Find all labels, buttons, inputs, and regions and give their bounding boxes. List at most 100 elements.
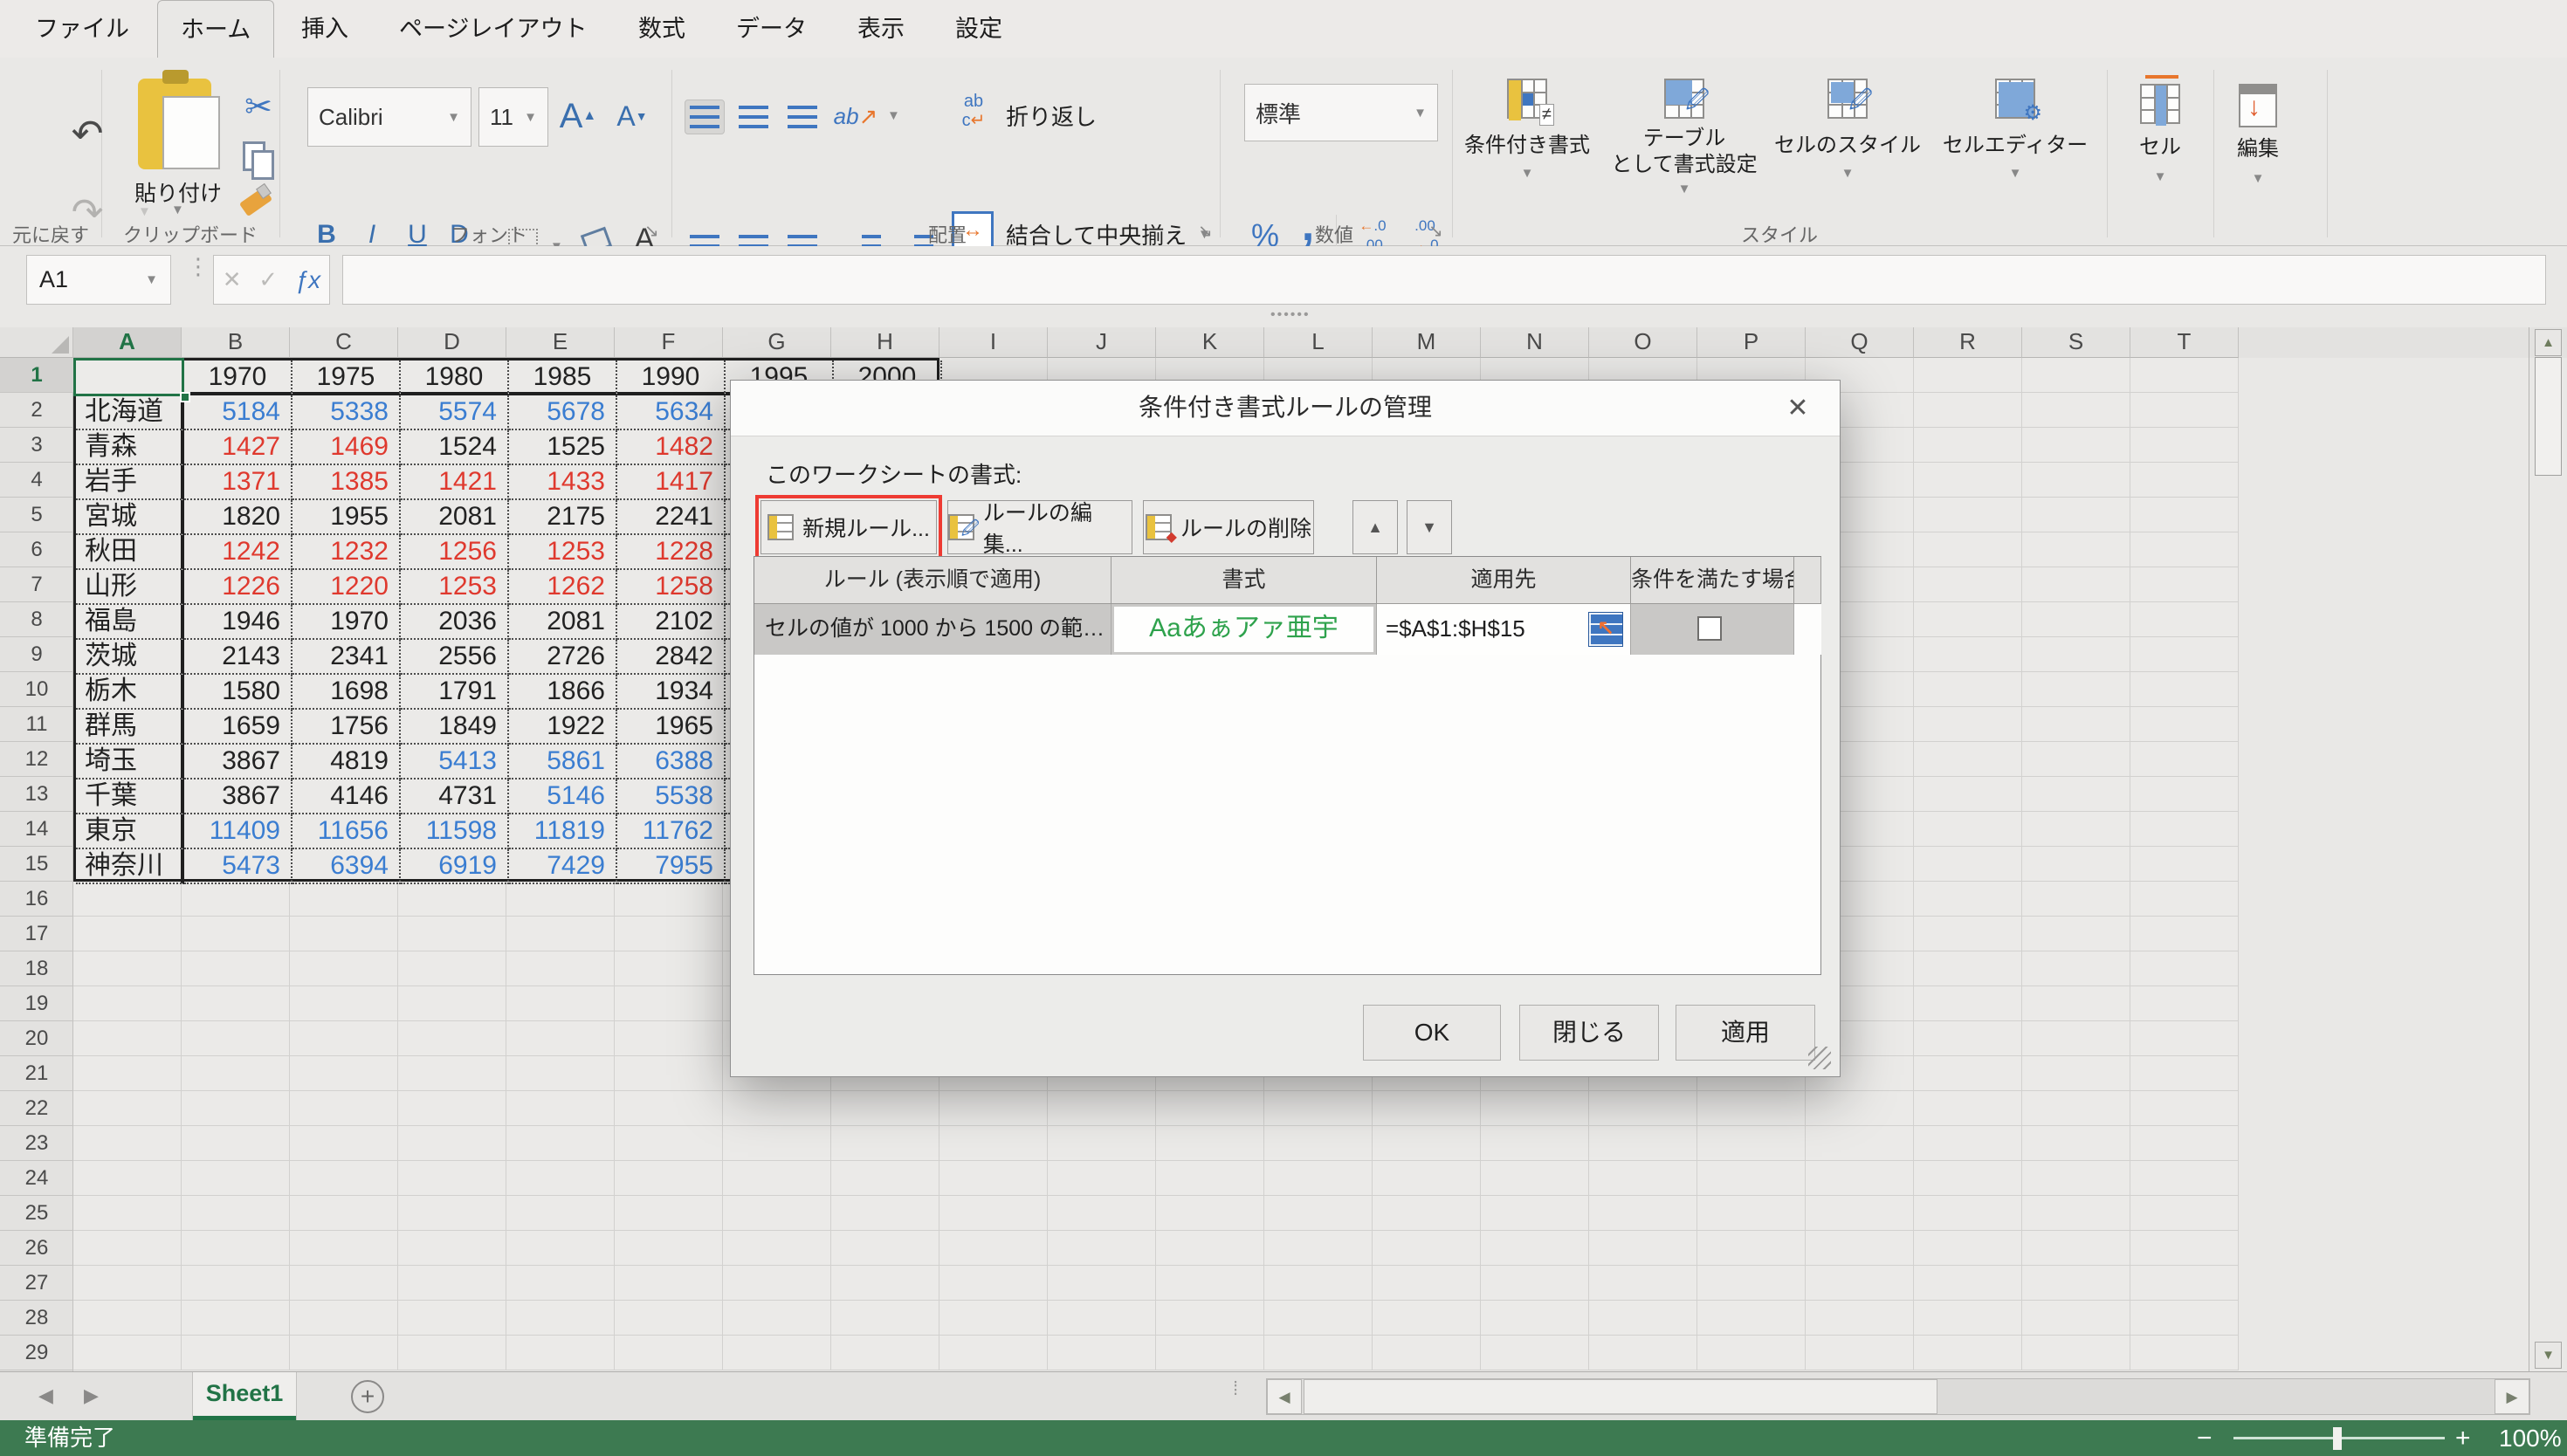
cell-A13[interactable]: 千葉 — [76, 780, 184, 814]
delete-rule-button[interactable]: ◆ ルールの削除 — [1143, 500, 1314, 554]
cell-F4[interactable]: 1417 — [617, 465, 726, 500]
column-header-K[interactable]: K — [1156, 327, 1264, 358]
cell-C7[interactable]: 1220 — [292, 570, 401, 605]
cell-D10[interactable]: 1791 — [401, 675, 509, 710]
cell-D9[interactable]: 2556 — [401, 640, 509, 675]
cell-A10[interactable]: 栃木 — [76, 675, 184, 710]
cell-C9[interactable]: 2341 — [292, 640, 401, 675]
italic-button[interactable]: I — [349, 220, 395, 250]
formula-bar-splitter[interactable]: ⋮ — [187, 255, 210, 278]
formula-input[interactable] — [342, 255, 2546, 305]
orientation-icon[interactable]: ab ↗ — [831, 96, 880, 136]
cell-editor-button[interactable]: ⚙ セルエディター ▼ — [1941, 79, 2089, 181]
orientation-dropdown-icon[interactable]: ▼ — [887, 108, 900, 123]
column-header-L[interactable]: L — [1264, 327, 1373, 358]
row-header-10[interactable]: 10 — [0, 672, 73, 707]
row-header-15[interactable]: 15 — [0, 847, 73, 882]
align-bottom-button[interactable] — [782, 100, 822, 134]
cell-E11[interactable]: 1922 — [509, 710, 617, 745]
cell-D6[interactable]: 1256 — [401, 535, 509, 570]
edit-button[interactable]: ↓ 編集 ▼ — [2184, 84, 2332, 186]
row-header-13[interactable]: 13 — [0, 777, 73, 812]
move-rule-down-button[interactable]: ▼ — [1407, 500, 1452, 554]
row-header-22[interactable]: 22 — [0, 1091, 73, 1126]
cell-B10[interactable]: 1580 — [184, 675, 292, 710]
cell-A15[interactable]: 神奈川 — [76, 849, 184, 884]
undo-icon[interactable]: ↶ — [61, 110, 114, 157]
column-header-D[interactable]: D — [398, 327, 506, 358]
cell-C11[interactable]: 1756 — [292, 710, 401, 745]
row-header-11[interactable]: 11 — [0, 707, 73, 742]
cell-D15[interactable]: 6919 — [401, 849, 509, 884]
cell-F2[interactable]: 5634 — [617, 395, 726, 430]
cell-B2[interactable]: 5184 — [184, 395, 292, 430]
column-header-I[interactable]: I — [939, 327, 1048, 358]
cell-D4[interactable]: 1421 — [401, 465, 509, 500]
font-dialog-launcher-icon[interactable]: ↘ — [644, 220, 659, 242]
row-header-19[interactable]: 19 — [0, 986, 73, 1021]
cell-B8[interactable]: 1946 — [184, 605, 292, 640]
add-sheet-icon[interactable]: + — [351, 1380, 384, 1413]
tabbar-splitter[interactable]: ⁞ — [1233, 1377, 1238, 1400]
cell-F9[interactable]: 2842 — [617, 640, 726, 675]
stop-if-true-checkbox[interactable] — [1697, 616, 1722, 641]
cell-A6[interactable]: 秋田 — [76, 535, 184, 570]
horizontal-scrollbar[interactable]: ◀ ▶ — [1266, 1378, 2530, 1415]
row-header-5[interactable]: 5 — [0, 498, 73, 532]
cell-E12[interactable]: 5861 — [509, 745, 617, 780]
fill-handle[interactable] — [180, 392, 190, 402]
column-header-G[interactable]: G — [723, 327, 831, 358]
cell-A4[interactable]: 岩手 — [76, 465, 184, 500]
font-size-select[interactable]: 11 ▼ — [478, 87, 548, 147]
rule-row-format-cell[interactable]: Aaあぁアァ亜宇 — [1111, 604, 1377, 655]
align-dialog-launcher-icon[interactable]: ↘ — [1198, 220, 1213, 242]
cell-C12[interactable]: 4819 — [292, 745, 401, 780]
cell-E7[interactable]: 1262 — [509, 570, 617, 605]
format-as-table-button[interactable]: 🖉 テーブル として書式設定 ▼ — [1610, 79, 1758, 196]
move-rule-up-button[interactable]: ▲ — [1352, 500, 1398, 554]
cell-D13[interactable]: 4731 — [401, 780, 509, 814]
row-header-2[interactable]: 2 — [0, 393, 73, 428]
row-header-16[interactable]: 16 — [0, 882, 73, 917]
cell-B9[interactable]: 2143 — [184, 640, 292, 675]
selected-cell-A1[interactable] — [73, 358, 184, 396]
cell-D12[interactable]: 5413 — [401, 745, 509, 780]
new-rule-button[interactable]: 新規ルール... — [760, 500, 937, 554]
cell-E8[interactable]: 2081 — [509, 605, 617, 640]
zoom-slider-handle[interactable] — [2333, 1427, 2342, 1450]
cell-F6[interactable]: 1228 — [617, 535, 726, 570]
row-header-17[interactable]: 17 — [0, 917, 73, 951]
conditional-formatting-button[interactable]: ≠ 条件付き書式 ▼ — [1453, 79, 1601, 181]
cell-F15[interactable]: 7955 — [617, 849, 726, 884]
cell-F8[interactable]: 2102 — [617, 605, 726, 640]
cell-F11[interactable]: 1965 — [617, 710, 726, 745]
cell-E3[interactable]: 1525 — [509, 430, 617, 465]
sheet-tab-sheet1[interactable]: Sheet1 — [192, 1372, 297, 1420]
cell-A9[interactable]: 茨城 — [76, 640, 184, 675]
vscroll-thumb[interactable] — [2535, 357, 2562, 476]
cell-D8[interactable]: 2036 — [401, 605, 509, 640]
row-header-26[interactable]: 26 — [0, 1231, 73, 1266]
number-format-select[interactable]: 標準 ▼ — [1244, 84, 1438, 141]
row-header-29[interactable]: 29 — [0, 1336, 73, 1370]
row-header-4[interactable]: 4 — [0, 463, 73, 498]
column-header-M[interactable]: M — [1373, 327, 1481, 358]
cell-B11[interactable]: 1659 — [184, 710, 292, 745]
dialog-title-bar[interactable]: 条件付き書式ルールの管理 ✕ — [731, 381, 1840, 436]
vscroll-down-icon[interactable]: ▼ — [2535, 1342, 2562, 1369]
cell-B5[interactable]: 1820 — [184, 500, 292, 535]
rule-row-applies-to-cell[interactable]: =$A$1:$H$15 ↖ — [1377, 604, 1631, 655]
cell-D14[interactable]: 11598 — [401, 814, 509, 849]
menu-tab-5[interactable]: 数式 — [616, 0, 708, 58]
cell-C4[interactable]: 1385 — [292, 465, 401, 500]
cell-C10[interactable]: 1698 — [292, 675, 401, 710]
cell-A5[interactable]: 宮城 — [76, 500, 184, 535]
underline-button[interactable]: U — [395, 220, 440, 250]
menu-tab-6[interactable]: データ — [713, 0, 829, 58]
row-header-1[interactable]: 1 — [0, 358, 73, 393]
insert-function-icon[interactable]: ƒx — [295, 266, 321, 294]
menu-tab-2[interactable]: ホーム — [157, 0, 275, 58]
cell-A7[interactable]: 山形 — [76, 570, 184, 605]
cell-styles-button[interactable]: 🖉 セルのスタイル ▼ — [1773, 79, 1922, 181]
zoom-out-icon[interactable]: − — [2197, 1420, 2213, 1456]
